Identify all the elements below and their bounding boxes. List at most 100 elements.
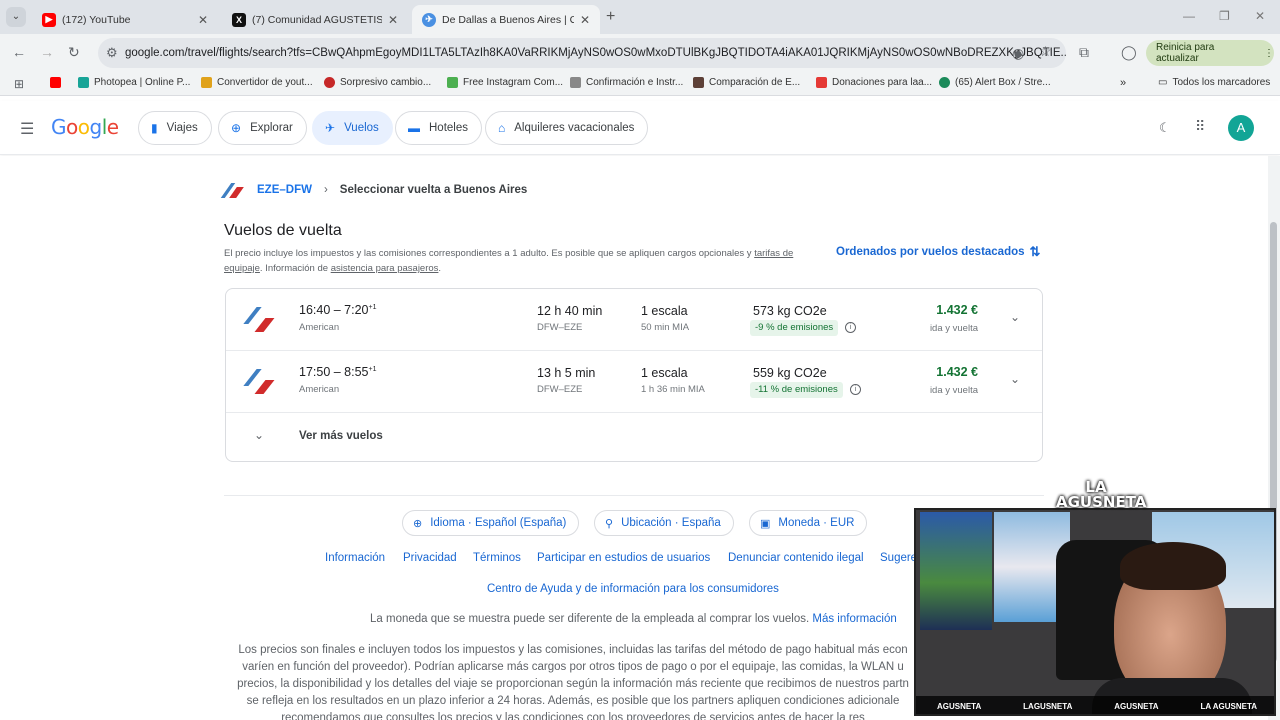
currency-note: La moneda que se muestra puede ser difer… xyxy=(370,613,897,625)
chevron-down-icon[interactable]: ⌄ xyxy=(1010,372,1020,386)
nav-vuelos[interactable]: ✈ Vuelos xyxy=(312,111,393,145)
google-logo[interactable]: Google xyxy=(51,115,119,139)
globe-icon: ⊕ xyxy=(413,517,423,530)
bookmarks-bar: ⊞ Photopea | Online P... Convertidor de … xyxy=(0,72,1280,96)
section-title: Vuelos de vuelta xyxy=(224,222,342,239)
flight-route: DFW–EZE xyxy=(537,322,583,333)
breadcrumb-route-link[interactable]: EZE–DFW xyxy=(257,184,312,196)
streamer-hair xyxy=(1120,542,1226,590)
more-info-link[interactable]: Más información xyxy=(812,613,896,625)
nav-explorar[interactable]: ⊕ Explorar xyxy=(218,111,307,145)
price-note: El precio incluye los impuestos y las co… xyxy=(224,248,794,274)
url-text: google.com/travel/flights/search?tfs=CBw… xyxy=(125,47,1066,59)
bookmark-converter[interactable]: Convertidor de yout... xyxy=(201,77,313,88)
bookmark-photopea[interactable]: Photopea | Online P... xyxy=(78,77,190,88)
language-selector[interactable]: ⊕ Idioma · Español (España) xyxy=(402,510,580,536)
sort-button[interactable]: Ordenados por vuelos destacados ⇅ xyxy=(836,244,1040,260)
bookmark-youtube[interactable] xyxy=(50,77,66,88)
bookmark-instagram[interactable]: Free Instagram Com... xyxy=(447,77,563,88)
tab-x-community[interactable]: X (7) Comunidad AGUSTETISMO ✕ xyxy=(222,5,408,34)
main-menu-icon[interactable]: ☰ xyxy=(20,119,34,139)
currency-icon: ▣ xyxy=(760,517,771,530)
footer-link-privacidad[interactable]: Privacidad xyxy=(403,552,457,564)
bookmark-star-icon[interactable]: ☆ xyxy=(1039,43,1052,60)
close-window-icon[interactable]: ✕ xyxy=(1255,9,1265,23)
link-icon xyxy=(570,77,581,88)
close-tab-icon[interactable]: ✕ xyxy=(198,13,208,27)
extensions-icon[interactable]: ⧉ xyxy=(1079,44,1089,61)
nav-viajes[interactable]: ▮ Viajes xyxy=(138,111,212,145)
restore-window-icon[interactable]: ❐ xyxy=(1219,9,1230,23)
footer-link-terminos[interactable]: Términos xyxy=(473,552,521,564)
chevron-down-icon[interactable]: ⌄ xyxy=(1010,310,1020,324)
folder-icon: ▭ xyxy=(1158,77,1168,88)
eye-off-icon[interactable]: ◉ xyxy=(1012,45,1024,62)
american-airlines-logo xyxy=(224,182,246,198)
chevron-down-icon: ⌄ xyxy=(254,428,265,442)
price-type: ida y vuelta xyxy=(929,323,978,334)
location-selector[interactable]: ⚲ Ubicación · España xyxy=(594,510,734,536)
footer-divider xyxy=(224,495,1044,496)
airline-name: American xyxy=(299,384,340,395)
all-bookmarks[interactable]: ▭ Todos los marcadores xyxy=(1158,77,1270,88)
bookmark-sorpresivo[interactable]: Sorpresivo cambio... xyxy=(324,77,431,88)
footer-link-denunciar[interactable]: Denunciar contenido ilegal xyxy=(728,552,864,564)
restart-to-update-button[interactable]: Reinicia para actualizar ⋮ xyxy=(1146,40,1274,66)
price-disclaimer: Los precios son finales e incluyen todos… xyxy=(237,644,909,720)
more-bookmarks-icon[interactable]: » xyxy=(1120,77,1126,89)
stadium-poster xyxy=(920,512,992,630)
address-bar[interactable]: ⚙ google.com/travel/flights/search?tfs=C… xyxy=(98,38,1066,68)
tab-google-flights[interactable]: ✈ De Dallas a Buenos Aires | Goo ✕ xyxy=(412,5,600,34)
emissions-badge: -9 % de emisiones xyxy=(750,320,839,336)
close-tab-icon[interactable]: ✕ xyxy=(388,13,398,27)
more-flights-button[interactable]: ⌄ Ver más vuelos xyxy=(226,413,1042,461)
info-icon[interactable]: i xyxy=(845,322,856,333)
flight-times: 17:50 – 8:55+1 xyxy=(299,365,377,379)
breadcrumb-current: Seleccionar vuelta a Buenos Aires xyxy=(339,184,528,196)
back-icon[interactable]: ← xyxy=(12,44,26,60)
bookmark-confirmacion[interactable]: Confirmación e Instr... xyxy=(570,77,683,88)
help-center-link[interactable]: Centro de Ayuda y de información para lo… xyxy=(487,583,779,595)
nav-hoteles[interactable]: ▬ Hoteles xyxy=(395,111,482,145)
account-avatar[interactable]: A xyxy=(1228,115,1254,141)
flight-row[interactable]: 17:50 – 8:55+1 American 13 h 5 min DFW–E… xyxy=(226,351,1042,413)
info-icon[interactable]: i xyxy=(850,384,861,395)
apps-grid-icon[interactable]: ⊞ xyxy=(14,77,24,91)
folder-icon xyxy=(201,77,212,88)
bed-icon: ▬ xyxy=(408,121,420,135)
apps-grid-icon[interactable]: ⠿ xyxy=(1195,118,1205,135)
layover-info: 50 min MIA xyxy=(641,322,690,333)
passenger-assistance-link[interactable]: asistencia para pasajeros xyxy=(331,263,439,274)
footer-link-sugerencias[interactable]: Sugere xyxy=(880,552,917,564)
tab-search-button[interactable]: ⌄ xyxy=(6,7,26,27)
minimize-window-icon[interactable]: — xyxy=(1183,9,1195,23)
new-tab-button[interactable]: + xyxy=(606,8,615,26)
dark-mode-icon[interactable]: ☾ xyxy=(1159,120,1171,136)
location-pin-icon: ⚲ xyxy=(605,517,614,530)
tab-youtube[interactable]: ▶ (172) YouTube ✕ xyxy=(32,5,218,34)
bookmark-comparacion[interactable]: Comparación de E... xyxy=(693,77,800,88)
site-info-icon[interactable]: ⚙ xyxy=(106,45,118,61)
flight-row[interactable]: 16:40 – 7:20+1 American 12 h 40 min DFW–… xyxy=(226,289,1042,351)
kick-handle: AGUSNETA xyxy=(1114,701,1159,711)
photopea-icon xyxy=(78,77,89,88)
explore-icon: ⊕ xyxy=(231,121,242,135)
bookmark-donaciones[interactable]: Donaciones para laa... xyxy=(816,77,932,88)
nav-alquileres[interactable]: ⌂ Alquileres vacacionales xyxy=(485,111,649,145)
more-vert-icon[interactable]: ⋮ xyxy=(1264,48,1274,59)
flight-price: 1.432 € xyxy=(936,303,978,317)
footer-link-informacion[interactable]: Información xyxy=(325,552,385,564)
close-tab-icon[interactable]: ✕ xyxy=(580,13,590,27)
bookmark-alertbox[interactable]: (65) Alert Box / Stre... xyxy=(939,77,1051,88)
home-icon: ⌂ xyxy=(498,121,506,135)
reload-icon[interactable]: ↻ xyxy=(68,44,80,61)
currency-selector[interactable]: ▣ Moneda · EUR xyxy=(749,510,868,536)
flight-route: DFW–EZE xyxy=(537,384,583,395)
luggage-icon: ▮ xyxy=(151,121,158,135)
co2-emissions: 573 kg CO2e xyxy=(753,304,827,318)
footer-link-estudios[interactable]: Participar en estudios de usuarios xyxy=(537,552,710,564)
emissions-badge: -11 % de emisiones xyxy=(750,382,843,398)
forward-icon[interactable]: → xyxy=(40,44,54,60)
price-type: ida y vuelta xyxy=(929,385,978,396)
profile-icon[interactable]: ◯ xyxy=(1121,44,1137,61)
